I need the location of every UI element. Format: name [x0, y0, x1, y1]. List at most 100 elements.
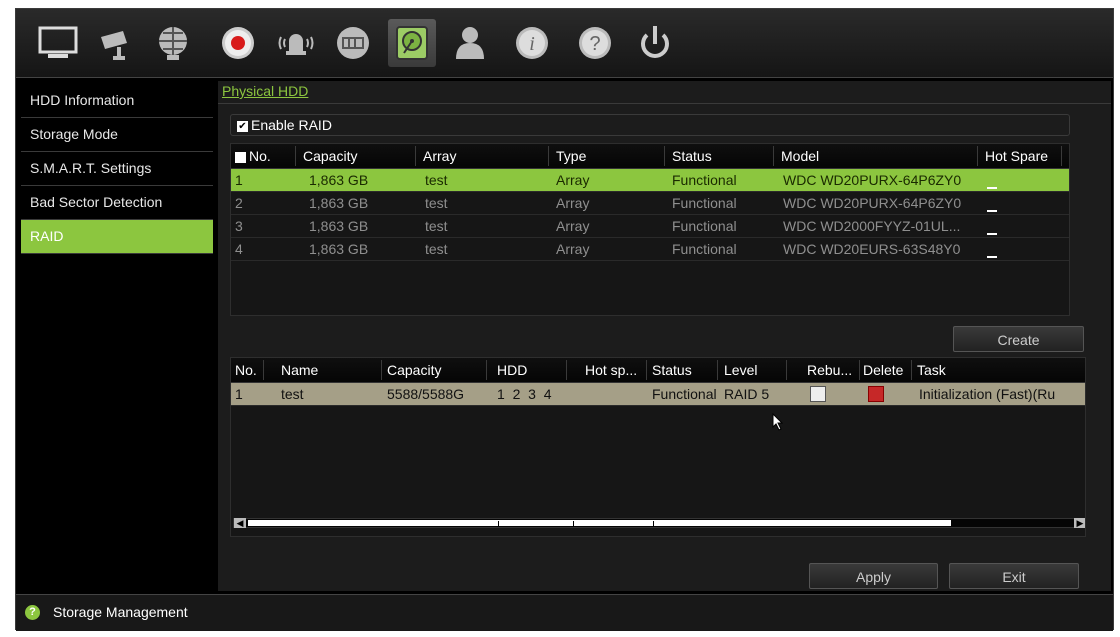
header-model[interactable]: Model — [781, 148, 819, 164]
table-header: No. Name Capacity HDD Hot sp... Status L… — [231, 358, 1085, 383]
help-icon: ? — [25, 605, 40, 620]
header-name[interactable]: Name — [281, 362, 318, 378]
header-no[interactable]: No. — [235, 362, 257, 378]
apply-button[interactable]: Apply — [809, 563, 938, 589]
cell-status: Functional — [652, 386, 717, 402]
table-row[interactable]: 4 1,863 GB test Array Functional WDC WD2… — [231, 238, 1069, 261]
cell-array: test — [425, 195, 448, 211]
raid-array-table: No. Name Capacity HDD Hot sp... Status L… — [230, 357, 1086, 537]
header-hot-spare[interactable]: Hot Spare — [985, 148, 1048, 164]
table-row[interactable]: 2 1,863 GB test Array Functional WDC WD2… — [231, 192, 1069, 215]
power-icon[interactable] — [631, 19, 679, 67]
sidebar-item-hdd-information[interactable]: HDD Information — [21, 84, 213, 118]
status-text: Storage Management — [53, 604, 188, 620]
header-rebuild[interactable]: Rebu... — [807, 362, 852, 378]
cell-type: Array — [556, 172, 590, 188]
sidebar-item-raid[interactable]: RAID — [21, 220, 213, 254]
cell-status: Functional — [672, 195, 737, 211]
header-status[interactable]: Status — [672, 148, 712, 164]
header-array[interactable]: Array — [423, 148, 456, 164]
header-no[interactable]: ✔No. — [235, 148, 271, 164]
scroll-thumb[interactable] — [248, 520, 951, 527]
cell-array: test — [425, 241, 448, 257]
main-panel: Physical HDD ✔Enable RAID ✔No. Capacity … — [218, 81, 1111, 591]
cell-type: Array — [556, 241, 590, 257]
user-icon[interactable] — [446, 19, 494, 67]
cell-status: Functional — [672, 172, 737, 188]
cell-name: test — [281, 386, 304, 402]
header-hdd[interactable]: HDD — [497, 362, 527, 378]
checkbox-check-icon[interactable]: ✔ — [237, 120, 248, 132]
cell-capacity: 1,863 GB — [309, 241, 369, 257]
tab-divider — [218, 103, 1111, 104]
storage-icon[interactable] — [388, 19, 436, 67]
scroll-right-icon[interactable]: ▶ — [1074, 518, 1085, 528]
cell-no: 2 — [235, 195, 243, 211]
table-row[interactable]: 3 1,863 GB test Array Functional WDC WD2… — [231, 215, 1069, 238]
cell-no: 4 — [235, 241, 243, 257]
cell-status: Functional — [672, 218, 737, 234]
scroll-left-icon[interactable]: ◀ — [234, 518, 246, 528]
cell-hdd: 1 2 3 4 — [497, 386, 552, 402]
info-icon[interactable]: i — [508, 19, 556, 67]
header-delete[interactable]: Delete — [863, 362, 903, 378]
enable-raid-label: Enable RAID — [251, 117, 332, 133]
header-hot-spare[interactable]: Hot sp... — [585, 362, 637, 378]
horizontal-scrollbar[interactable]: ◀ ▶ — [233, 518, 1085, 528]
enable-raid-group: ✔ Enable RAID — [230, 114, 1070, 136]
delete-trash-icon[interactable] — [868, 386, 884, 405]
header-level[interactable]: Level — [724, 362, 757, 378]
window: i ? HDD Information Storage Mode S.M.A.R… — [15, 8, 1114, 631]
status-bar: ? Storage Management — [16, 594, 1113, 631]
cell-model: WDC WD20EURS-63S48Y0 — [783, 241, 961, 257]
cell-level: RAID 5 — [724, 386, 770, 402]
cell-status: Functional — [672, 241, 737, 257]
device-icon[interactable] — [329, 19, 377, 67]
cell-capacity: 1,863 GB — [309, 218, 369, 234]
mouse-cursor-icon — [772, 413, 784, 431]
rebuild-edit-icon[interactable] — [810, 386, 826, 405]
alarm-icon[interactable] — [272, 19, 320, 67]
header-capacity[interactable]: Capacity — [303, 148, 357, 164]
cell-no: 1 — [235, 172, 243, 188]
tab-physical-hdd[interactable]: Physical HDD — [222, 83, 308, 99]
header-status[interactable]: Status — [652, 362, 692, 378]
sidebar-item-storage-mode[interactable]: Storage Mode — [21, 118, 213, 152]
cell-type: Array — [556, 218, 590, 234]
top-toolbar: i ? — [16, 9, 1113, 78]
header-capacity[interactable]: Capacity — [387, 362, 441, 378]
physical-hdd-table: ✔No. Capacity Array Type Status Model Ho… — [230, 143, 1070, 316]
header-task[interactable]: Task — [917, 362, 946, 378]
cell-capacity: 1,863 GB — [309, 195, 369, 211]
cell-capacity: 5588/5588G — [387, 386, 465, 402]
network-icon[interactable] — [149, 19, 197, 67]
cell-task: Initialization (Fast)(Ru — [919, 386, 1056, 402]
table-row[interactable]: 1 1,863 GB test Array Functional WDC WD2… — [231, 169, 1069, 192]
cell-model: WDC WD20PURX-64P6ZY0 — [783, 172, 962, 188]
help-icon[interactable]: ? — [571, 19, 619, 67]
exit-button[interactable]: Exit — [949, 563, 1079, 589]
svg-text:?: ? — [589, 33, 600, 55]
sidebar: HDD Information Storage Mode S.M.A.R.T. … — [21, 84, 213, 589]
camera-icon[interactable] — [91, 19, 139, 67]
cell-model: WDC WD2000FYYZ-01UL... — [783, 218, 961, 234]
record-icon[interactable] — [214, 19, 262, 67]
select-all-checkbox[interactable]: ✔ — [235, 151, 246, 163]
cell-no: 1 — [235, 386, 243, 402]
svg-text:i: i — [529, 33, 535, 55]
sidebar-item-smart-settings[interactable]: S.M.A.R.T. Settings — [21, 152, 213, 186]
cell-array: test — [425, 218, 448, 234]
cell-array: test — [425, 172, 448, 188]
cell-model: WDC WD20PURX-64P6ZY0 — [783, 195, 962, 211]
cell-capacity: 1,863 GB — [309, 172, 369, 188]
sidebar-item-bad-sector-detection[interactable]: Bad Sector Detection — [21, 186, 213, 220]
cell-type: Array — [556, 195, 590, 211]
hot-spare-dash-icon — [987, 248, 997, 264]
create-button[interactable]: Create — [953, 326, 1084, 352]
header-type[interactable]: Type — [556, 148, 586, 164]
cell-no: 3 — [235, 218, 243, 234]
table-header: ✔No. Capacity Array Type Status Model Ho… — [231, 144, 1069, 169]
monitor-icon[interactable] — [34, 19, 82, 67]
enable-raid-checkbox[interactable]: ✔ Enable RAID — [237, 117, 332, 133]
table-row[interactable]: 1 test 5588/5588G 1 2 3 4 Functional RAI… — [231, 383, 1085, 406]
